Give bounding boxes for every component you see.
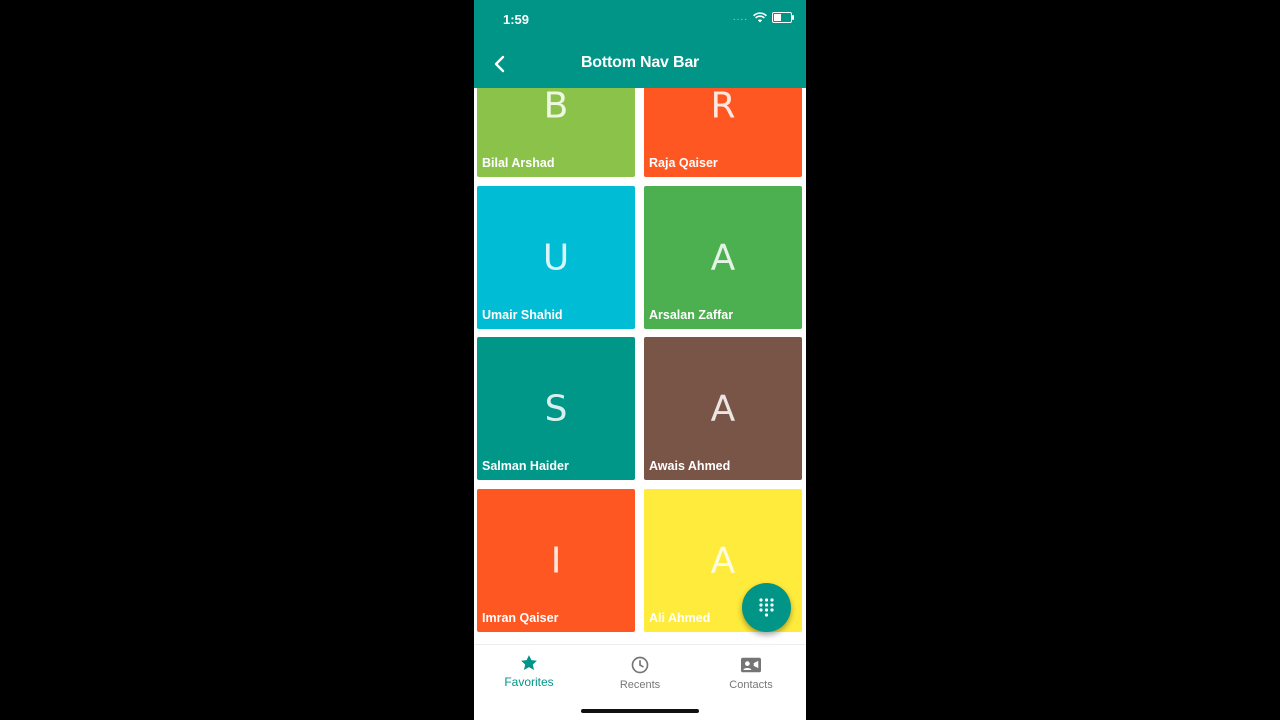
dialpad-button[interactable] (742, 583, 791, 632)
contact-initial: A (710, 540, 736, 581)
battery-icon (772, 12, 794, 23)
star-icon (521, 655, 537, 670)
contact-tile[interactable]: U Umair Shahid (477, 186, 635, 329)
nav-label-favorites: Favorites (504, 675, 554, 689)
home-indicator[interactable] (581, 709, 699, 713)
contact-tile[interactable]: A Awais Ahmed (644, 337, 802, 480)
contact-initial: S (544, 388, 568, 429)
contacts-icon (741, 657, 761, 673)
contact-initial: I (550, 540, 562, 581)
contact-name: Ali Ahmed (649, 611, 711, 625)
contact-name: Awais Ahmed (649, 459, 731, 473)
contact-tile[interactable]: R Raja Qaiser (644, 88, 802, 177)
contact-tile[interactable]: I Imran Qaiser (477, 489, 635, 632)
contact-name: Umair Shahid (482, 308, 563, 322)
phone-screen: 1:59 .... Bottom Nav Bar B Bilal Arshad … (474, 0, 806, 720)
contact-name: Bilal Arshad (482, 156, 555, 170)
contact-initial: U (542, 237, 570, 278)
app-bar: Bottom Nav Bar (474, 40, 806, 88)
status-icons: .... (732, 12, 794, 23)
nav-item-favorites[interactable]: Favorites (474, 653, 584, 689)
page-title: Bottom Nav Bar (580, 54, 700, 71)
wifi-icon (753, 12, 767, 23)
contact-name: Salman Haider (482, 459, 569, 473)
favorites-grid[interactable]: B Bilal Arshad R Raja Qaiser U Umair Sha… (474, 88, 806, 644)
contact-tile[interactable]: S Salman Haider (477, 337, 635, 480)
status-bar: 1:59 .... (474, 0, 806, 40)
signal-dots-icon: .... (732, 12, 748, 23)
nav-label-recents: Recents (619, 679, 661, 691)
dialpad-icon (759, 598, 774, 617)
nav-label-contacts: Contacts (729, 679, 773, 691)
contact-initial: A (710, 237, 736, 278)
status-time: 1:59 (503, 12, 530, 27)
contact-initial: A (710, 388, 736, 429)
contact-name: Imran Qaiser (482, 611, 559, 625)
contact-name: Raja Qaiser (649, 156, 718, 170)
contact-tile[interactable]: B Bilal Arshad (477, 88, 635, 177)
contact-tile[interactable]: A Arsalan Zaffar (644, 186, 802, 329)
nav-item-contacts[interactable]: Contacts (696, 655, 806, 691)
contact-initial: R (710, 88, 736, 126)
nav-item-recents[interactable]: Recents (585, 655, 695, 691)
clock-icon (631, 656, 649, 674)
contact-name: Arsalan Zaffar (649, 308, 734, 322)
contact-initial: B (543, 88, 569, 126)
